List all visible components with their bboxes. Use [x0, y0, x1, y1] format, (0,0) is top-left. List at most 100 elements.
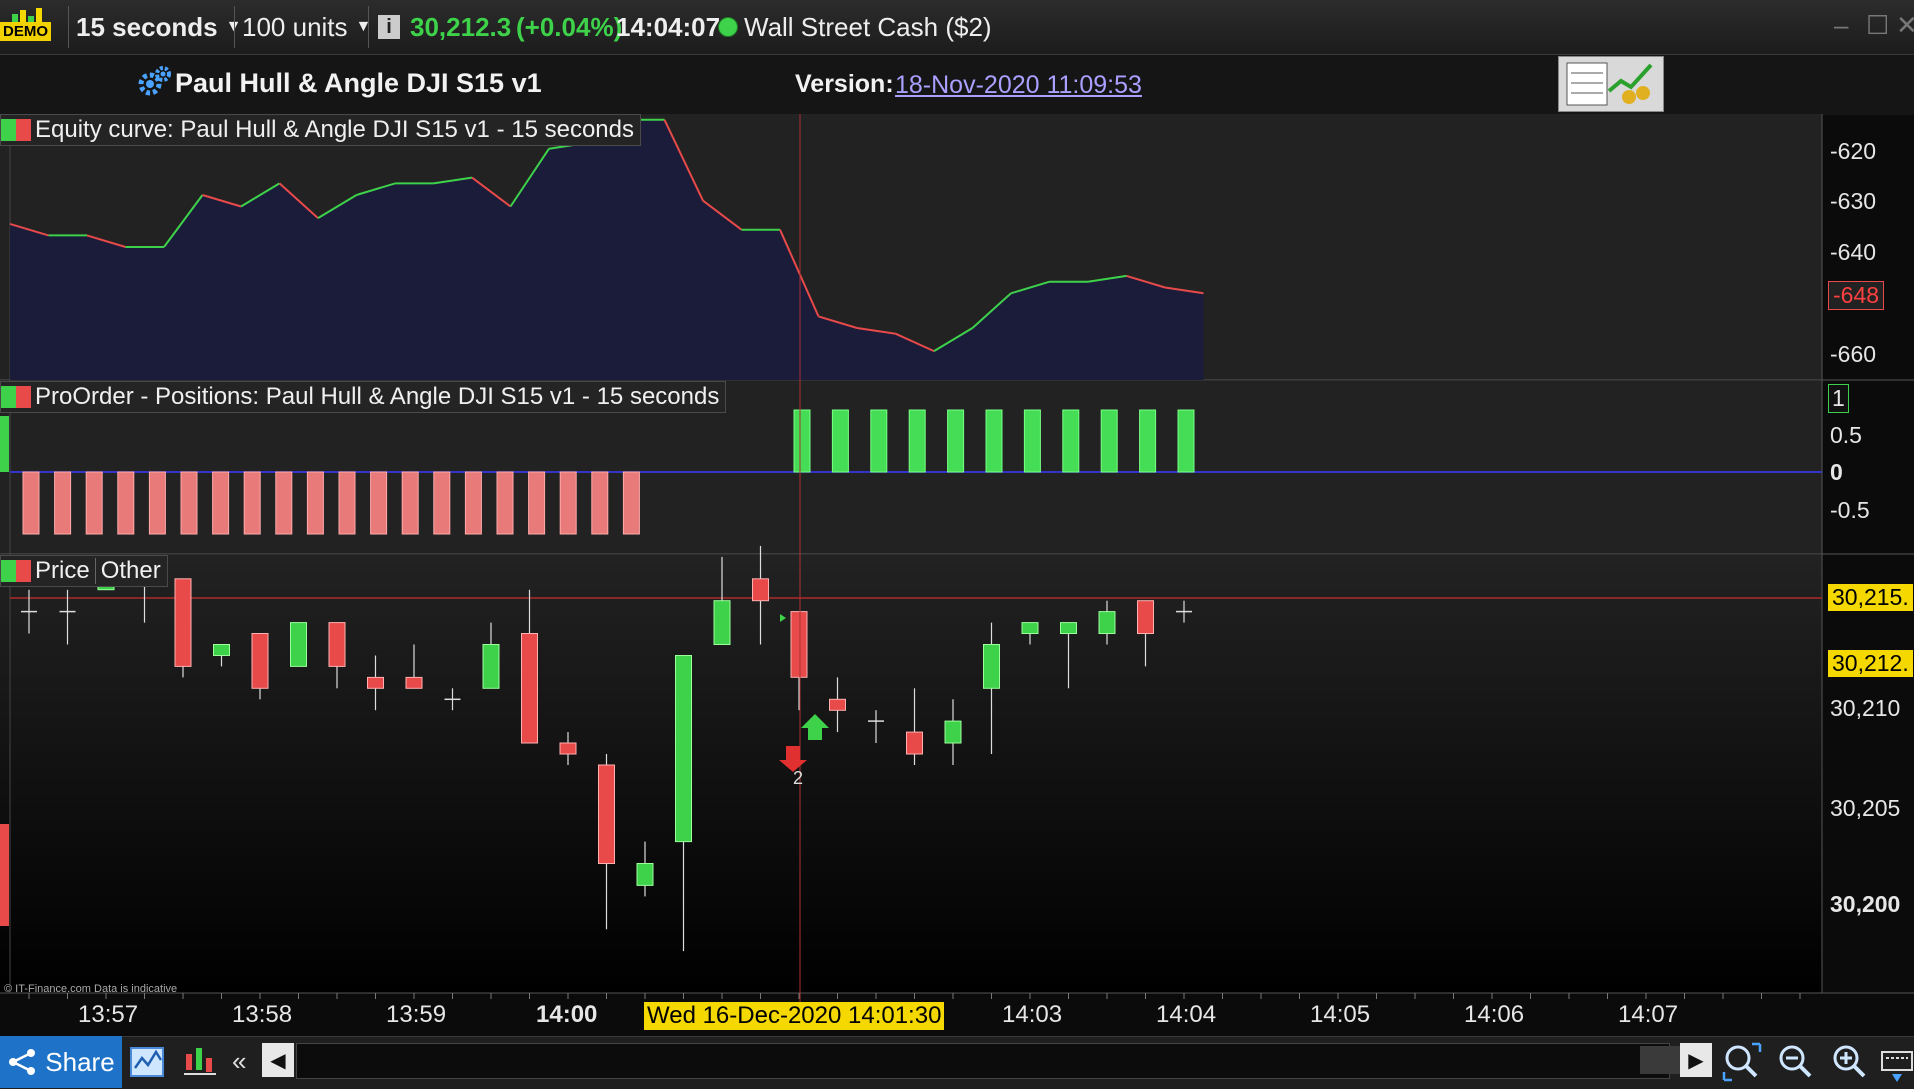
maximize-icon[interactable]: ☐	[1866, 10, 1889, 41]
chart-area[interactable]	[0, 114, 1914, 1036]
toolbar-separator	[368, 6, 369, 48]
position-bar	[1100, 409, 1118, 473]
position-bar	[1023, 409, 1041, 473]
y-tick-label: 0.5	[1830, 422, 1862, 448]
panel-color-icon	[1, 119, 31, 141]
version-label: Version:	[795, 70, 894, 98]
panel-color-icon	[1, 560, 31, 582]
x-tick-label: 13:59	[386, 1001, 447, 1028]
x-tick-label: 13:57	[78, 1001, 139, 1028]
edge-bar	[0, 416, 9, 472]
toolbar-separator	[68, 6, 69, 48]
add-indicator-icon[interactable]	[180, 1040, 220, 1082]
candle-body	[405, 676, 423, 689]
position-bar	[338, 471, 356, 535]
candle-body	[213, 644, 230, 656]
price-panel-title[interactable]: Price Other	[0, 555, 168, 587]
demo-badge: DEMO	[0, 22, 51, 41]
cursor-time-label: Wed 16-Dec-2020 14:01:30	[644, 1002, 945, 1030]
horizontal-scrollbar[interactable]	[296, 1043, 1670, 1079]
y-tick-label: 30,210	[1830, 695, 1901, 721]
scroll-right-button[interactable]: ▶	[1680, 1043, 1712, 1077]
y-tick-label: 30,205	[1830, 795, 1901, 821]
position-bar	[401, 471, 419, 535]
timeframe-selector[interactable]: 15 seconds ▼	[76, 6, 241, 48]
position-max-badge: 1	[1828, 384, 1849, 413]
tab-other[interactable]: Other	[101, 557, 161, 585]
share-button[interactable]: Share	[0, 1036, 122, 1088]
position-bar	[306, 471, 324, 535]
scrollbar-thumb[interactable]	[1640, 1046, 1680, 1074]
position-bar	[117, 471, 135, 535]
share-label: Share	[45, 1046, 115, 1077]
close-icon[interactable]: ✕	[1896, 10, 1914, 41]
zoom-in-icon[interactable]	[1828, 1040, 1872, 1084]
units-selector[interactable]: 100 units ▼	[242, 6, 371, 48]
candle-body	[983, 644, 1000, 689]
candle-body	[1137, 600, 1154, 635]
position-bar	[591, 471, 609, 535]
position-bar	[243, 471, 261, 535]
position-bar	[1062, 409, 1080, 473]
candle-body	[1021, 622, 1039, 635]
candle-body	[482, 644, 500, 689]
y-tick-label: -660	[1830, 341, 1877, 367]
candle-body	[752, 578, 769, 602]
x-axis-ticks	[28, 993, 1801, 999]
positions-panel-title[interactable]: ProOrder - Positions: Paul Hull & Angle …	[0, 381, 727, 413]
zoom-fit-icon[interactable]	[1720, 1040, 1764, 1084]
toolbar-separator	[234, 6, 235, 48]
candle-body	[675, 655, 692, 843]
position-bar	[947, 409, 965, 473]
position-bar	[464, 471, 482, 535]
y-tick-label: -620	[1830, 138, 1877, 164]
candle-body	[944, 720, 962, 744]
x-tick-label: 14:04	[1156, 1001, 1217, 1028]
market-open-icon	[718, 17, 738, 37]
keyboard-icon[interactable]	[1880, 1044, 1914, 1084]
version-link[interactable]: 18-Nov-2020 11:09:53	[895, 71, 1142, 100]
position-bar	[1177, 409, 1195, 473]
strategy-title: Paul Hull & Angle DJI S15 v1	[175, 68, 542, 98]
units-label: 100 units	[242, 11, 348, 42]
tab-price[interactable]: Price	[35, 557, 90, 585]
candle-body	[559, 742, 577, 755]
info-icon[interactable]: i	[378, 15, 400, 39]
price-panel-bg	[0, 555, 1822, 993]
last-price: 30,212.3	[410, 11, 512, 42]
position-bar	[180, 471, 198, 535]
scroll-left-double-icon[interactable]: «	[232, 1046, 246, 1077]
equity-panel-title[interactable]: Equity curve: Paul Hull & Angle DJI S15 …	[0, 114, 641, 146]
position-bar	[148, 471, 166, 535]
trade-count-label: 2	[793, 768, 804, 788]
edge-bar	[0, 824, 9, 926]
chart-window-icon[interactable]	[128, 1040, 168, 1082]
candle-body	[290, 622, 307, 667]
price-current-badge: 30,212.	[1828, 650, 1913, 677]
y-tick-label: 0	[1830, 459, 1843, 485]
position-bar	[528, 471, 546, 535]
candle-body	[251, 633, 269, 689]
price-high-badge: 30,215.	[1828, 584, 1913, 611]
candle-body	[174, 578, 192, 667]
zoom-out-icon[interactable]	[1774, 1040, 1818, 1084]
position-bar	[985, 409, 1003, 473]
panel-color-icon	[1, 386, 31, 408]
position-bar	[22, 471, 40, 535]
y-tick-label: -640	[1830, 239, 1877, 265]
x-tick-label: 13:58	[232, 1001, 293, 1028]
minimize-icon[interactable]: –	[1834, 10, 1848, 41]
candle-body	[906, 731, 923, 755]
candle-body	[598, 764, 615, 864]
gears-icon[interactable]	[136, 64, 172, 100]
candle-body	[790, 611, 808, 678]
candle-body	[1098, 611, 1116, 635]
x-tick-label: 14:05	[1310, 1001, 1371, 1028]
position-bar	[54, 471, 72, 535]
x-tick-label: 14:03	[1002, 1001, 1063, 1028]
equity-title-text: Equity curve: Paul Hull & Angle DJI S15 …	[35, 116, 634, 143]
trading-report-icon[interactable]	[1558, 56, 1664, 112]
y-tick-label: -0.5	[1830, 497, 1870, 523]
scroll-left-button[interactable]: ◀	[262, 1043, 294, 1077]
timeframe-label: 15 seconds	[76, 11, 218, 42]
